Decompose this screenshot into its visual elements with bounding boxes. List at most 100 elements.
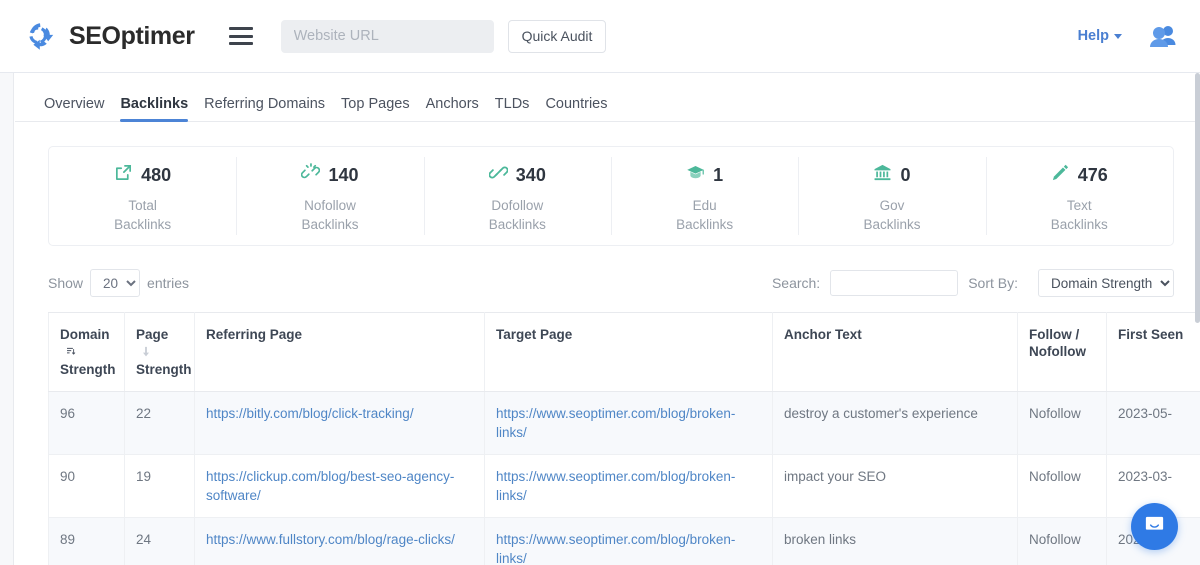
stat-edu-backlinks: 1 Edu Backlinks bbox=[611, 147, 798, 245]
tab-tlds[interactable]: TLDs bbox=[495, 96, 530, 121]
stat-value: 140 bbox=[328, 165, 358, 186]
sort-by-select[interactable]: Domain Strength bbox=[1038, 269, 1174, 297]
stat-label: Nofollow Backlinks bbox=[301, 196, 358, 234]
tab-referring-domains[interactable]: Referring Domains bbox=[204, 96, 325, 121]
col-target-page[interactable]: Target Page bbox=[485, 313, 773, 392]
table-row[interactable]: 96 22 https://bitly.com/blog/click-track… bbox=[49, 392, 1200, 455]
cell-domain-strength: 89 bbox=[49, 518, 125, 565]
stat-label-line1: Dofollow bbox=[491, 198, 543, 213]
sort-by-label: Sort By: bbox=[968, 275, 1018, 291]
entries-per-page-select[interactable]: 20 bbox=[90, 269, 140, 297]
tab-top-pages[interactable]: Top Pages bbox=[341, 96, 410, 121]
tab-countries[interactable]: Countries bbox=[545, 96, 607, 121]
target-page-link[interactable]: https://www.seoptimer.com/blog/broken-li… bbox=[496, 406, 735, 440]
scrollbar-thumb[interactable] bbox=[1195, 73, 1200, 323]
sort-arrow-down-icon bbox=[141, 344, 151, 361]
stat-label-line2: Backlinks bbox=[676, 217, 733, 232]
bank-building-icon bbox=[873, 163, 892, 187]
caret-down-icon bbox=[1114, 34, 1122, 39]
col-first-seen[interactable]: First Seen bbox=[1107, 313, 1200, 392]
chat-message-icon bbox=[1143, 513, 1166, 541]
stat-label-line2: Backlinks bbox=[1051, 217, 1108, 232]
cell-page-strength: 22 bbox=[125, 392, 195, 455]
stat-label-line2: Backlinks bbox=[489, 217, 546, 232]
target-page-link[interactable]: https://www.seoptimer.com/blog/broken-li… bbox=[496, 469, 735, 503]
brand-name: SEOptimer bbox=[69, 22, 195, 51]
backlinks-table: Domain Strength Page Strength Referring … bbox=[48, 312, 1200, 565]
website-url-input[interactable] bbox=[281, 20, 494, 53]
cell-target-page: https://www.seoptimer.com/blog/broken-li… bbox=[485, 392, 773, 455]
stat-label-line2: Backlinks bbox=[114, 217, 171, 232]
col-label-line1: Domain bbox=[60, 327, 110, 342]
stat-label-line1: Total bbox=[128, 198, 157, 213]
col-anchor-text[interactable]: Anchor Text bbox=[773, 313, 1018, 392]
stat-label-line2: Backlinks bbox=[301, 217, 358, 232]
col-domain-strength[interactable]: Domain Strength bbox=[49, 313, 125, 392]
stat-label: Edu Backlinks bbox=[676, 196, 733, 234]
main-content: Overview Backlinks Referring Domains Top… bbox=[15, 73, 1200, 565]
users-avatar-icon[interactable] bbox=[1148, 23, 1178, 49]
hamburger-icon[interactable] bbox=[229, 27, 253, 45]
cell-first-seen: 2023-05- bbox=[1107, 392, 1200, 455]
nav-right-group: Help bbox=[1078, 23, 1178, 49]
cell-anchor-text: broken links bbox=[773, 518, 1018, 565]
chat-support-button[interactable] bbox=[1131, 503, 1178, 550]
cell-target-page: https://www.seoptimer.com/blog/broken-li… bbox=[485, 455, 773, 518]
table-row[interactable]: 89 24 https://www.fullstory.com/blog/rag… bbox=[49, 518, 1200, 565]
table-header-row: Domain Strength Page Strength Referring … bbox=[49, 313, 1200, 392]
pencil-icon bbox=[1051, 163, 1070, 187]
col-label: Target Page bbox=[496, 327, 572, 342]
col-page-strength[interactable]: Page Strength bbox=[125, 313, 195, 392]
search-input[interactable] bbox=[830, 270, 958, 296]
tab-backlinks[interactable]: Backlinks bbox=[120, 96, 188, 121]
cell-follow: Nofollow bbox=[1018, 518, 1107, 565]
tab-anchors[interactable]: Anchors bbox=[426, 96, 479, 121]
entries-label: entries bbox=[147, 275, 189, 291]
backlinks-table-container: Domain Strength Page Strength Referring … bbox=[48, 312, 1200, 565]
col-label: First Seen bbox=[1118, 327, 1183, 342]
stat-value: 1 bbox=[713, 165, 723, 186]
stat-label: Dofollow Backlinks bbox=[489, 196, 546, 234]
tab-overview[interactable]: Overview bbox=[44, 96, 104, 121]
col-follow-nofollow[interactable]: Follow / Nofollow bbox=[1018, 313, 1107, 392]
cell-anchor-text: impact your SEO bbox=[773, 455, 1018, 518]
cell-referring-page: https://clickup.com/blog/best-seo-agency… bbox=[195, 455, 485, 518]
cell-domain-strength: 96 bbox=[49, 392, 125, 455]
backlink-stats-panel: 480 Total Backlinks 140 bbox=[48, 146, 1174, 246]
stat-value: 480 bbox=[141, 165, 171, 186]
referring-page-link[interactable]: https://clickup.com/blog/best-seo-agency… bbox=[206, 469, 454, 503]
referring-page-link[interactable]: https://bitly.com/blog/click-tracking/ bbox=[206, 406, 414, 421]
stat-nofollow-backlinks: 140 Nofollow Backlinks bbox=[236, 147, 423, 245]
col-referring-page[interactable]: Referring Page bbox=[195, 313, 485, 392]
col-label: Referring Page bbox=[206, 327, 302, 342]
cell-referring-page: https://bitly.com/blog/click-tracking/ bbox=[195, 392, 485, 455]
referring-page-link[interactable]: https://www.fullstory.com/blog/rage-clic… bbox=[206, 532, 455, 547]
stat-value: 340 bbox=[516, 165, 546, 186]
stat-label-line1: Nofollow bbox=[304, 198, 356, 213]
stat-dofollow-backlinks: 340 Dofollow Backlinks bbox=[424, 147, 611, 245]
cell-page-strength: 24 bbox=[125, 518, 195, 565]
table-row[interactable]: 90 19 https://clickup.com/blog/best-seo-… bbox=[49, 455, 1200, 518]
stat-gov-backlinks: 0 Gov Backlinks bbox=[798, 147, 985, 245]
search-sort-group: Search: Sort By: Domain Strength bbox=[772, 269, 1174, 297]
search-label: Search: bbox=[772, 275, 820, 291]
sort-descending-icon bbox=[65, 344, 76, 361]
target-page-link[interactable]: https://www.seoptimer.com/blog/broken-li… bbox=[496, 532, 735, 565]
col-label-line2: Nofollow bbox=[1029, 344, 1086, 359]
col-label-line2: Strength bbox=[136, 362, 192, 377]
stat-label: Total Backlinks bbox=[114, 196, 171, 234]
top-navigation-bar: SEOptimer Quick Audit Help bbox=[0, 0, 1200, 73]
section-tabs: Overview Backlinks Referring Domains Top… bbox=[15, 79, 1200, 122]
stat-label-line1: Gov bbox=[880, 198, 905, 213]
stat-label: Gov Backlinks bbox=[863, 196, 920, 234]
cell-referring-page: https://www.fullstory.com/blog/rage-clic… bbox=[195, 518, 485, 565]
show-label: Show bbox=[48, 275, 83, 291]
help-menu[interactable]: Help bbox=[1078, 28, 1122, 44]
page-scrollbar[interactable] bbox=[1195, 73, 1200, 565]
sidebar-rail bbox=[0, 73, 14, 565]
quick-audit-button[interactable]: Quick Audit bbox=[508, 20, 607, 53]
col-label-line2: Strength bbox=[60, 362, 116, 377]
brand-logo[interactable]: SEOptimer bbox=[26, 19, 195, 53]
cell-anchor-text: destroy a customer's experience bbox=[773, 392, 1018, 455]
stat-text-backlinks: 476 Text Backlinks bbox=[986, 147, 1173, 245]
